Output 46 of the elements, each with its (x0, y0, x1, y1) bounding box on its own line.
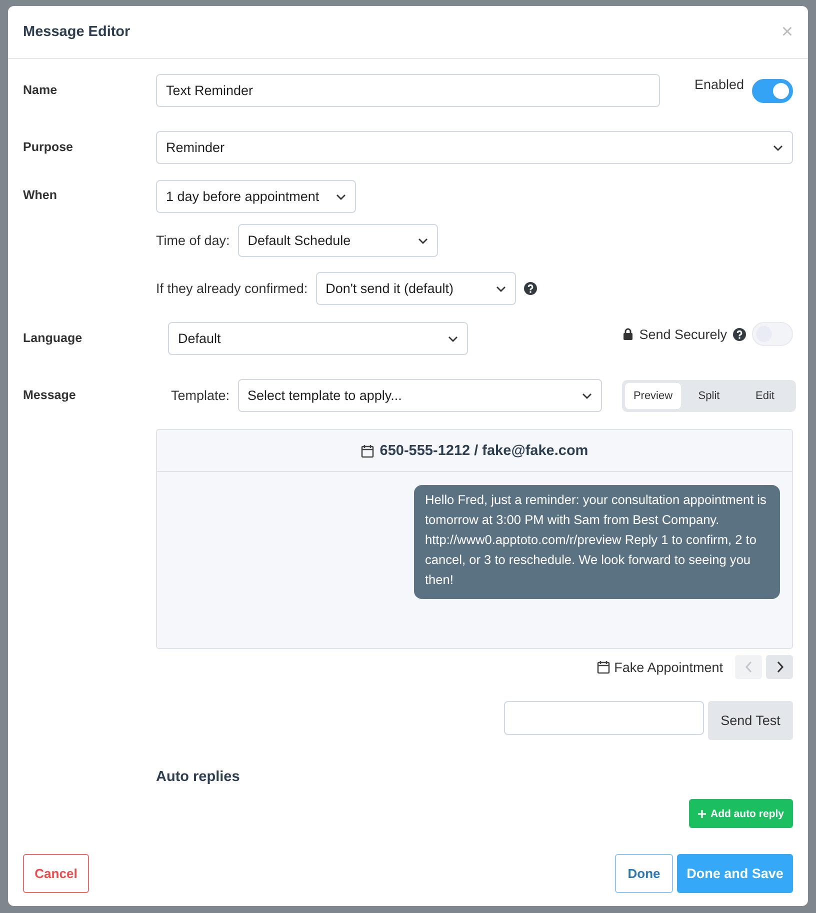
section-heading: Auto replies (156, 769, 241, 785)
purpose-select[interactable]: Reminder (156, 131, 793, 164)
time-of-day-select[interactable]: Default Schedule (238, 224, 438, 257)
help-icon[interactable] (733, 328, 746, 340)
chevron-right-icon (776, 661, 784, 673)
view-mode-tab[interactable]: Edit (737, 382, 793, 408)
dialog-title: Message Editor (23, 24, 130, 40)
field-label: Language (23, 330, 84, 345)
enabled-toggle[interactable] (752, 78, 793, 102)
view-mode-tab[interactable]: Preview (625, 382, 681, 408)
chevron-down-icon (582, 392, 592, 398)
field-label: Template: (171, 388, 230, 403)
chevron-down-icon (448, 336, 458, 342)
field-label: Message (23, 387, 77, 402)
test-recipient-field[interactable] (504, 701, 704, 735)
chevron-down-icon (418, 238, 428, 244)
language-select[interactable]: Default (168, 322, 468, 355)
message-bubble: Hello Fred, just a reminder: your consultation appointment is tomorrow at 3:00 PM with Sam from Best Company. http://www0.apptoto.com/r/preview Reply 1 to confirm, 2 to cancel, or 3 to reschedule. We look forward to seeing you then! (414, 485, 780, 599)
plus-icon (698, 810, 706, 818)
calendar-icon (597, 660, 610, 674)
field-label: If they already confirmed: (156, 281, 308, 296)
next-button[interactable] (766, 655, 793, 679)
chevron-down-icon (336, 194, 346, 200)
field-label: Purpose (23, 139, 74, 154)
confirmed-select[interactable]: Don't send it (default) (316, 272, 516, 305)
toggle-label: Enabled (694, 77, 744, 92)
appointment-label: Fake Appointment (614, 660, 723, 674)
chevron-down-icon (496, 286, 506, 292)
field-label: Name (23, 82, 58, 97)
template-select[interactable]: Select template to apply... (238, 379, 602, 412)
field-label: Time of day: (156, 233, 230, 248)
help-icon[interactable] (524, 282, 537, 295)
lock-icon (623, 328, 634, 340)
cancel-button[interactable]: Cancel (23, 854, 89, 893)
chevron-left-icon (744, 661, 752, 673)
view-mode-tab[interactable]: Split (681, 382, 737, 408)
send-securely-toggle[interactable] (752, 322, 793, 346)
send-test-button[interactable]: Send Test (708, 701, 793, 740)
calendar-icon (360, 444, 374, 458)
name-field[interactable]: Text Reminder (156, 74, 660, 107)
done-button[interactable]: Done (615, 854, 673, 893)
recipient-text: 650-555-1212 / fake@fake.com (380, 442, 588, 458)
chevron-down-icon (773, 144, 783, 150)
field-label: When (23, 187, 58, 202)
when-select[interactable]: 1 day before appointment (156, 180, 356, 213)
toggle-label: Send Securely (639, 326, 727, 342)
